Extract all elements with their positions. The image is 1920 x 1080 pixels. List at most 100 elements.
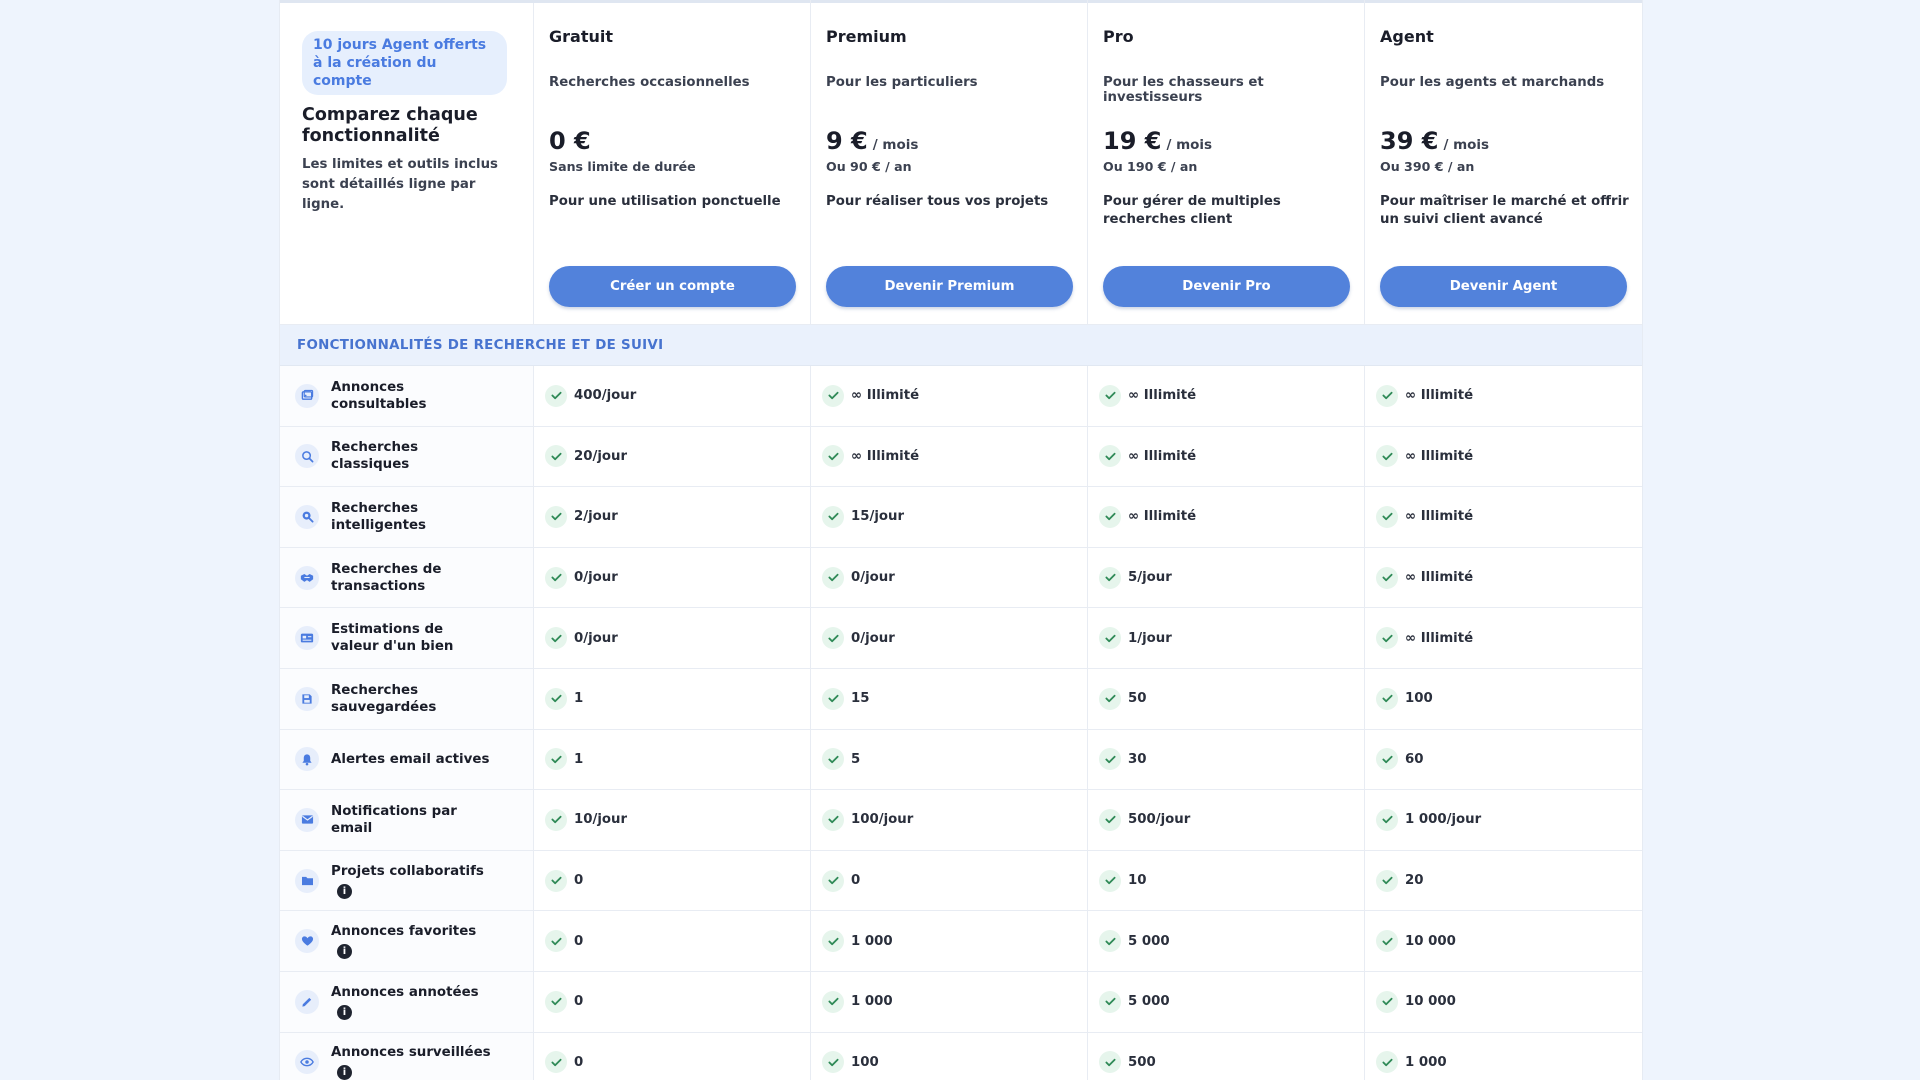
table-row: Annonces favorites i 0 1 000 5 000 10 000 [280, 911, 1642, 972]
feature-label: Recherches intelligentes [331, 500, 491, 534]
feature-cell: Recherches de transactions [280, 547, 534, 608]
value-cell: 0 [534, 850, 811, 911]
feature-value: 5/jour [1128, 570, 1172, 586]
feature-value: 100 [851, 1054, 879, 1070]
check-icon [545, 990, 567, 1013]
feature-label: Notifications par email [331, 803, 491, 837]
check-icon [545, 930, 567, 953]
pricing-card: 10 jours Agent offerts à la création du … [280, 0, 1642, 1080]
feature-cell: Estimations de valeur d'un bien [280, 608, 534, 668]
plan-name: Pro [1103, 27, 1134, 46]
price-subtext: Ou 90 € / an [826, 159, 912, 174]
table-row: Estimations de valeur d'un bien 0/jour 0/j… [280, 608, 1642, 669]
value-cell: 30 [1088, 729, 1365, 790]
intro-column: 10 jours Agent offerts à la création du … [280, 0, 534, 324]
become-agent-button[interactable]: Devenir Agent [1380, 266, 1627, 307]
feature-value: 2/jour [574, 509, 618, 525]
check-icon [822, 1051, 844, 1074]
check-icon [1376, 687, 1398, 710]
value-cell: 100 [811, 1032, 1088, 1080]
feature-value: 15 [851, 691, 870, 707]
price-subtext: Ou 390 € / an [1380, 159, 1475, 174]
feature-cell: Annonces annotées i [280, 971, 534, 1032]
check-icon [1099, 930, 1121, 953]
bell-icon [295, 747, 319, 772]
value-cell: 100 [1365, 669, 1642, 729]
table-row: Recherches sauvegardées 1 15 50 100 [280, 668, 1642, 730]
feature-value: ∞ Illimité [1405, 509, 1474, 525]
value-cell: 0/jour [534, 608, 811, 668]
value-cell: 1 [534, 668, 811, 729]
price-row: 0 € [549, 127, 596, 155]
price-row: 9 € / mois [826, 127, 918, 155]
check-icon [545, 1051, 567, 1074]
feature-cell: Recherches intelligentes [280, 487, 534, 547]
check-icon [1099, 990, 1121, 1013]
info-icon[interactable]: i [337, 1004, 352, 1020]
plan-gratuit: Gratuit Recherches occasionnelles 0 € Sa… [534, 0, 811, 324]
feature-value: 0 [574, 1054, 584, 1070]
value-cell: 5/jour [1088, 547, 1365, 608]
value-cell: 0 [534, 911, 811, 971]
check-icon [822, 384, 844, 407]
value-cell: ∞ Illimité [1365, 608, 1642, 668]
save-icon [295, 686, 319, 711]
info-icon[interactable]: i [337, 1065, 352, 1080]
table-row: Annonces surveillées i 0 100 500 1 000 [280, 1032, 1642, 1080]
check-icon [1376, 627, 1398, 650]
plan-tagline: Pour les chasseurs et investisseurs [1103, 75, 1264, 105]
feature-value: 10 000 [1405, 933, 1456, 949]
check-icon [545, 566, 567, 589]
check-icon [1099, 384, 1121, 407]
feature-value: 1 000 [851, 933, 893, 949]
info-icon[interactable]: i [337, 883, 352, 899]
check-icon [1099, 627, 1121, 650]
table-row: Recherches classiques 20/jour ∞ Illimité ∞ … [280, 426, 1642, 488]
feature-value: 5 000 [1128, 933, 1170, 949]
value-cell: 500 [1088, 1032, 1365, 1080]
feature-value: 50 [1128, 691, 1147, 707]
feature-value: 1 000 [851, 994, 893, 1010]
check-icon [822, 445, 844, 468]
value-cell: 2/jour [534, 487, 811, 547]
check-icon [545, 808, 567, 831]
feature-value: ∞ Illimité [1405, 630, 1474, 646]
feature-label: Annonces consultables [331, 379, 491, 413]
feature-value: ∞ Illimité [1405, 570, 1474, 586]
check-icon [822, 748, 844, 771]
price-row: 19 € / mois [1103, 127, 1212, 155]
plan-note: Pour maîtriser le marché et offrir un su… [1380, 194, 1629, 227]
value-cell: 400/jour [534, 366, 811, 426]
value-cell: 1 000/jour [1365, 790, 1642, 850]
value-cell: 10/jour [534, 790, 811, 850]
value-cell: 500/jour [1088, 790, 1365, 850]
create-account-button[interactable]: Créer un compte [549, 266, 796, 307]
value-cell: 5 000 [1088, 911, 1365, 971]
feature-label: Alertes email actives [331, 751, 489, 768]
feature-value: 500 [1128, 1054, 1156, 1070]
feature-cell: Notifications par email [280, 790, 534, 850]
become-premium-button[interactable]: Devenir Premium [826, 266, 1073, 307]
search-icon [295, 444, 319, 469]
feature-label: Estimations de valeur d'un bien [331, 621, 491, 655]
value-cell: 1 000 [811, 911, 1088, 971]
value-cell: 1 000 [811, 971, 1088, 1032]
feature-value: ∞ Illimité [851, 388, 920, 404]
check-icon [822, 566, 844, 589]
value-cell: 0 [811, 850, 1088, 911]
feature-value: 0/jour [851, 630, 895, 646]
plan-price: 39 € [1380, 127, 1439, 155]
feature-value: 1 000 [1405, 1054, 1447, 1070]
check-icon [1376, 445, 1398, 468]
feature-value: 20/jour [574, 448, 628, 464]
eye-icon [295, 1050, 319, 1075]
feature-label-text: Recherches sauvegardées [331, 682, 437, 715]
value-cell: ∞ Illimité [1088, 366, 1365, 426]
feature-label-text: Notifications par email [331, 803, 457, 836]
info-icon[interactable]: i [337, 944, 352, 960]
check-icon [1376, 990, 1398, 1013]
plan-note: Pour réaliser tous vos projets [826, 194, 1049, 209]
become-pro-button[interactable]: Devenir Pro [1103, 266, 1350, 307]
feature-label-text: Annonces annotées [331, 984, 479, 1000]
feature-value: 0 [574, 873, 584, 889]
